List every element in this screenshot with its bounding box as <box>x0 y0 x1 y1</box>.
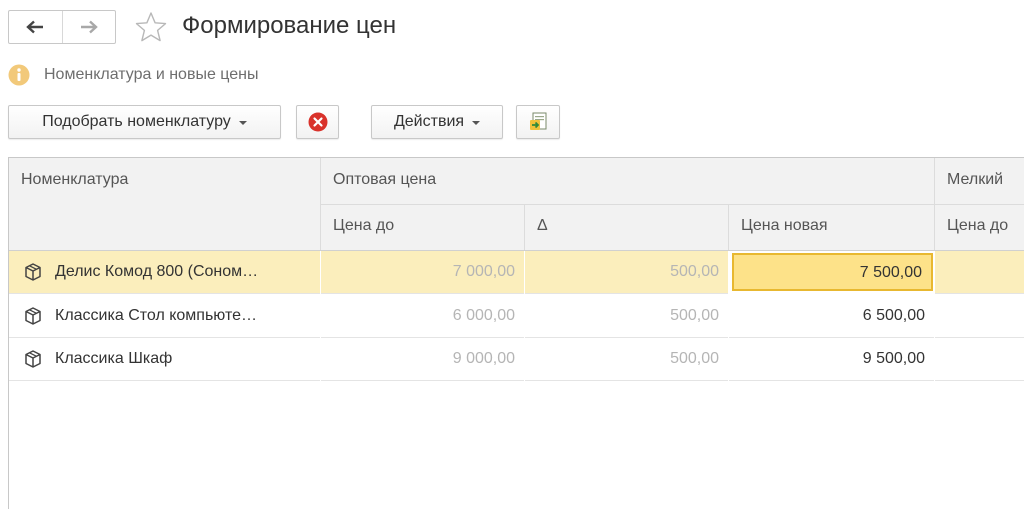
header-wholesale-price: Оптовая цена <box>321 158 934 204</box>
header-nomenclature[interactable]: Номенклатура <box>9 158 320 250</box>
delete-icon <box>308 112 327 132</box>
row-name-text: Классика Шкаф <box>55 350 173 367</box>
header-price-new[interactable]: Цена новая <box>729 205 934 250</box>
header-delta-label: Δ <box>537 217 548 234</box>
header-price-before[interactable]: Цена до <box>321 205 524 250</box>
actions-label: Действия <box>393 113 465 130</box>
row-price-new-active[interactable]: 7 500,00 <box>732 253 933 291</box>
header-price-before-label: Цена до <box>333 217 395 234</box>
product-box-icon <box>25 307 41 325</box>
arrow-right-icon <box>80 20 98 34</box>
forward-button[interactable] <box>61 11 116 43</box>
arrow-left-icon <box>26 20 44 34</box>
header-retail-price: Мелкий <box>935 158 1024 204</box>
navigation-buttons <box>8 10 116 44</box>
export-button[interactable] <box>516 105 560 139</box>
chevron-down-icon <box>238 121 247 125</box>
row-price-before[interactable]: 9 000,00 <box>321 338 524 381</box>
row-delta[interactable]: 500,00 <box>525 251 728 294</box>
chevron-down-icon <box>472 121 481 125</box>
price-formation-window: Формирование цен Номенклатура и новые це… <box>0 0 1024 509</box>
row-delta[interactable]: 500,00 <box>525 295 728 338</box>
delete-button[interactable] <box>296 105 339 139</box>
header-retail-price-before-label: Цена до <box>947 217 1009 234</box>
actions-button[interactable]: Действия <box>371 105 503 139</box>
row-price-new[interactable]: 9 500,00 <box>729 338 934 381</box>
price-table: Номенклатура Оптовая цена Мелкий Цена до… <box>8 157 1024 509</box>
header-delta[interactable]: Δ <box>525 205 728 250</box>
header-wholesale-label: Оптовая цена <box>333 171 437 188</box>
back-button[interactable] <box>9 11 62 43</box>
star-icon[interactable] <box>135 11 167 43</box>
table-row-name[interactable]: Классика Шкаф <box>9 338 320 381</box>
select-nomenclature-label: Подобрать номенклатуру <box>42 113 231 130</box>
row-retail-price-before[interactable] <box>935 295 1024 338</box>
row-retail-price-before[interactable] <box>935 251 1024 294</box>
info-message: Номенклатура и новые цены <box>44 66 259 83</box>
product-box-icon <box>25 263 41 281</box>
table-row-name[interactable]: Классика Стол компьюте… <box>9 295 320 338</box>
row-retail-price-before[interactable] <box>935 338 1024 381</box>
product-box-icon <box>25 350 41 368</box>
header-nomenclature-label: Номенклатура <box>21 171 129 188</box>
row-name-text: Делис Комод 800 (Соном… <box>55 263 259 280</box>
info-icon <box>8 64 30 86</box>
export-document-icon <box>530 112 547 130</box>
header-retail-label: Мелкий <box>947 171 1004 188</box>
table-row-name[interactable]: Делис Комод 800 (Соном… <box>9 251 320 294</box>
row-price-before[interactable]: 7 000,00 <box>321 251 524 294</box>
select-nomenclature-button[interactable]: Подобрать номенклатуру <box>8 105 281 139</box>
row-price-before[interactable]: 6 000,00 <box>321 295 524 338</box>
page-title: Формирование цен <box>182 12 397 39</box>
header-price-new-label: Цена новая <box>741 217 828 234</box>
row-delta[interactable]: 500,00 <box>525 338 728 381</box>
row-name-text: Классика Стол компьюте… <box>55 307 257 324</box>
row-price-new[interactable]: 6 500,00 <box>729 295 934 338</box>
header-retail-price-before[interactable]: Цена до <box>935 205 1024 250</box>
